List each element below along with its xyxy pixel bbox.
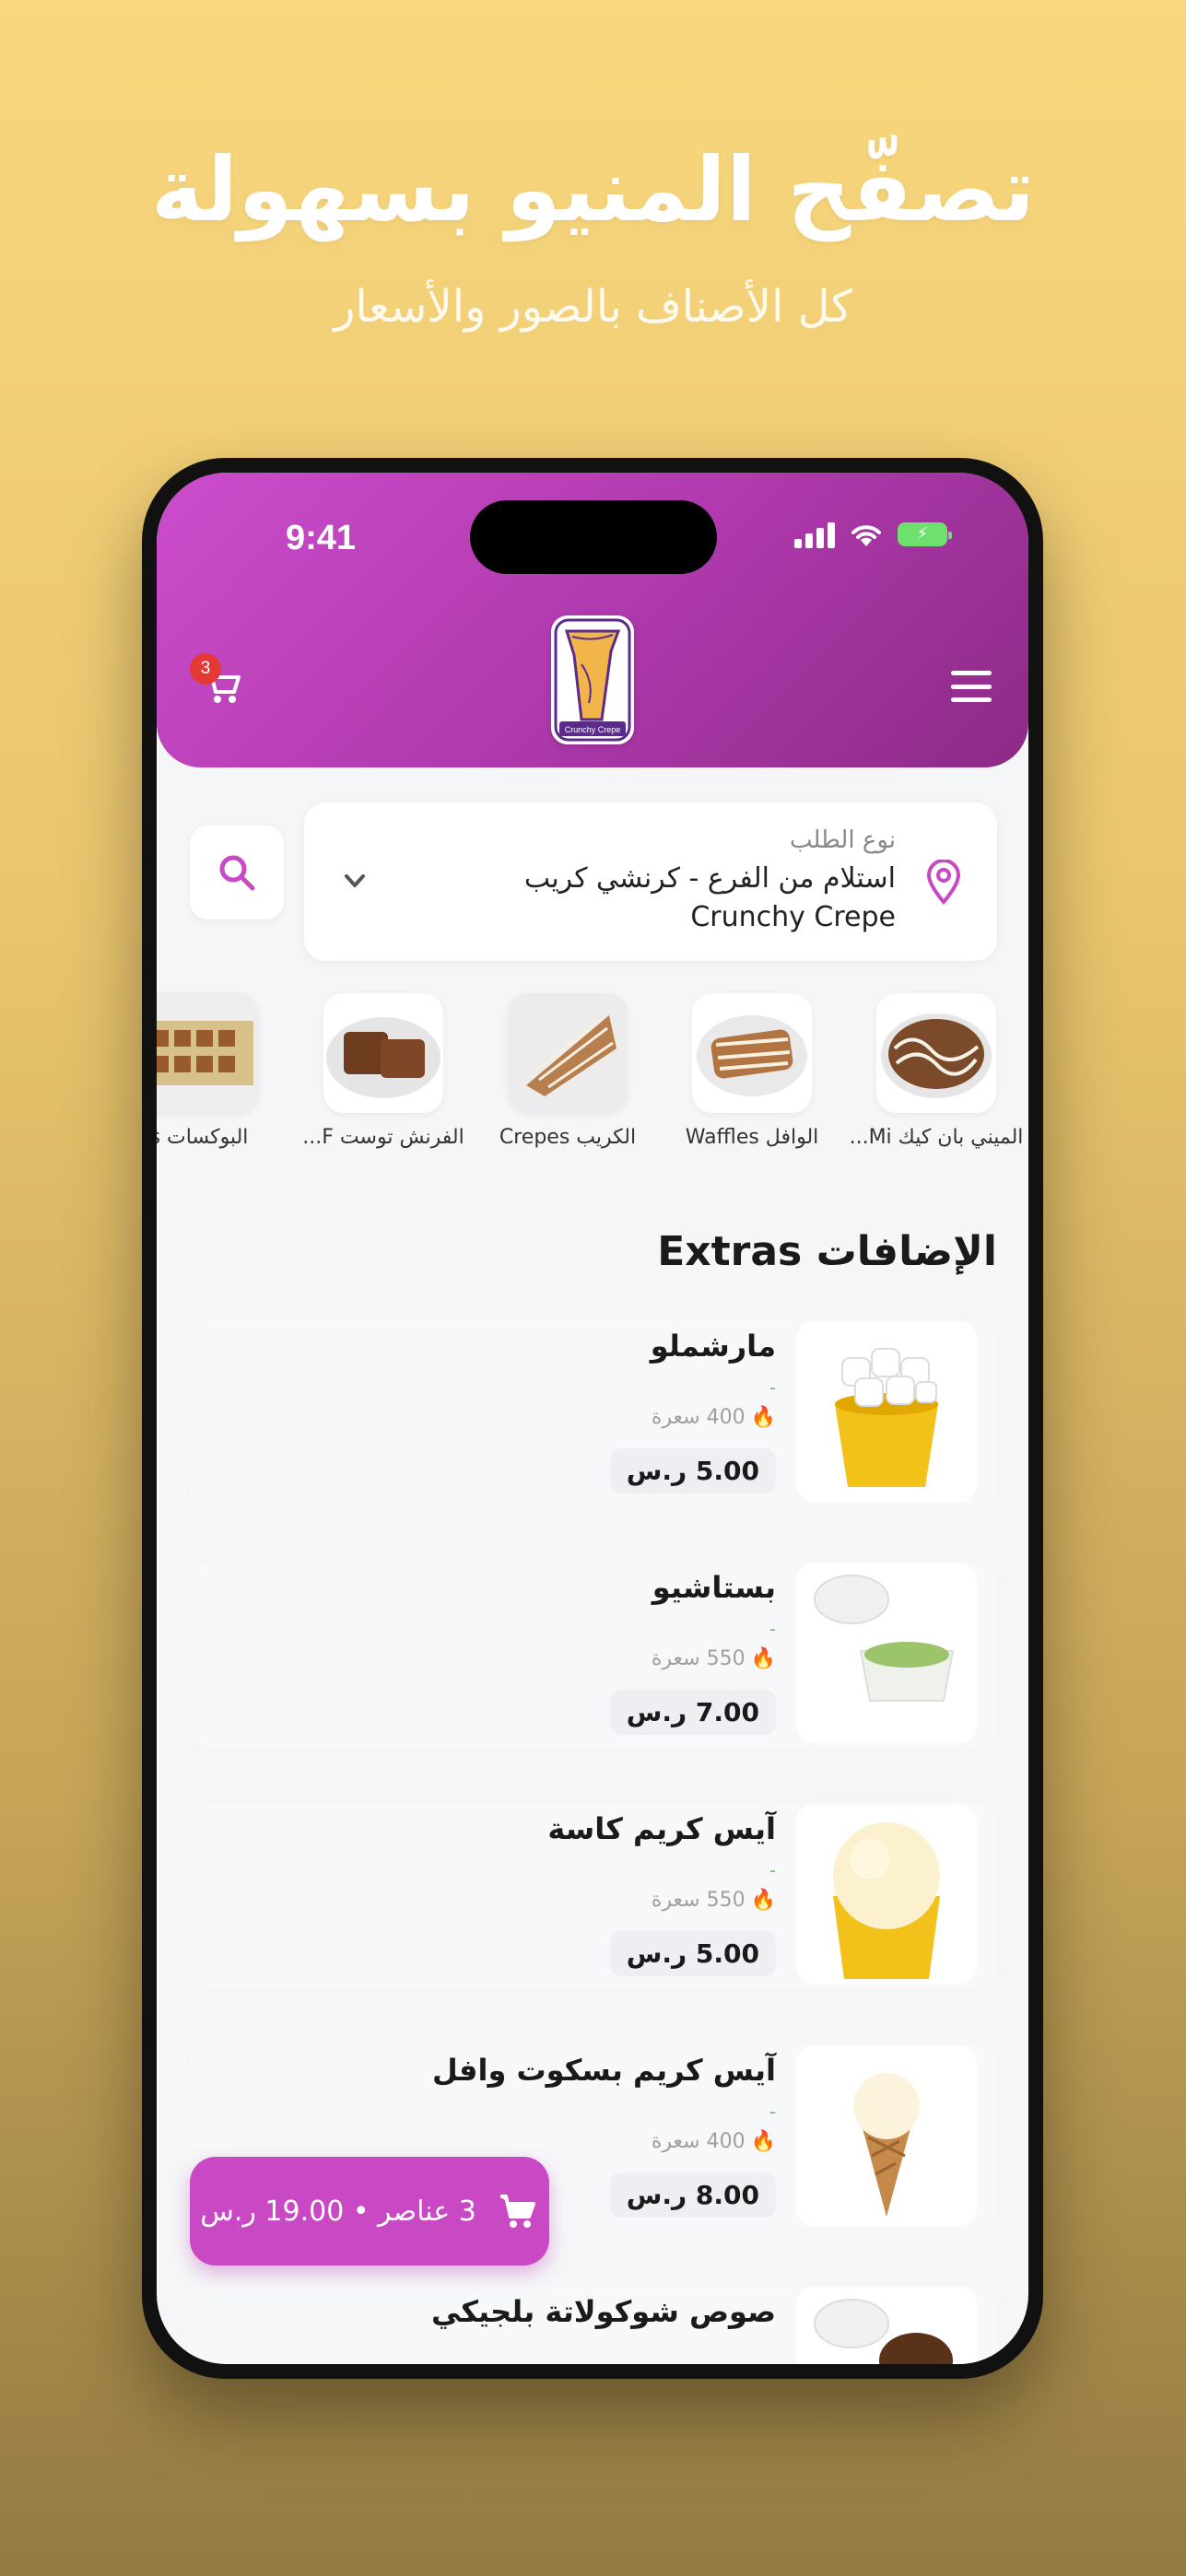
menu-item-card[interactable]: بستاشيو - 🔥 550 سعرة 7.00 ر.س (188, 1563, 997, 1747)
menu-item-card[interactable]: صوص شوكولاتة بلجيكي (188, 2287, 997, 2364)
signal-icon (794, 521, 835, 548)
item-price: 8.00 ر.س (609, 2172, 776, 2218)
item-name: مارشملو (650, 1329, 776, 1364)
item-description: - (769, 2101, 776, 2123)
status-icons: ⚡ (794, 521, 952, 548)
dynamic-island (470, 500, 717, 574)
order-type-value: استلام من الفرع - كرنشي كريب Crunchy Cre… (523, 862, 896, 933)
category-boxes[interactable]: البوكسات s (157, 993, 291, 1149)
phone-frame: 9:41 ⚡ 3 Crunchy Crepe نوع الطلب استلام … (142, 458, 1043, 2379)
flame-icon: 🔥 (750, 1406, 776, 1429)
menu-icon[interactable] (951, 671, 992, 702)
chevron-down-icon (345, 874, 365, 887)
brand-logo[interactable]: Crunchy Crepe (551, 615, 634, 744)
category-crepes[interactable]: الكريب Crepes (476, 993, 660, 1149)
item-name: صوص شوكولاتة بلجيكي (431, 2294, 776, 2329)
item-description: - (769, 1859, 776, 1881)
search-icon (219, 855, 255, 891)
item-calories: 🔥 400 سعرة (651, 1406, 776, 1429)
app-screen: 9:41 ⚡ 3 Crunchy Crepe نوع الطلب استلام … (157, 473, 1028, 2364)
menu-item-card[interactable]: آيس كريم كاسة - 🔥 550 سعرة 5.00 ر.س (188, 1804, 997, 1988)
item-image (796, 1563, 977, 1743)
item-description: - (769, 1618, 776, 1640)
item-image (796, 2045, 977, 2226)
category-image (876, 993, 996, 1113)
search-button[interactable] (190, 825, 284, 919)
category-french-toast[interactable]: الفرنش توست F... (291, 993, 476, 1149)
item-description: - (769, 1376, 776, 1399)
promo-title: تصفّح المنيو بسهولة (150, 138, 1036, 241)
category-waffles[interactable]: الوافل Waffles (660, 993, 844, 1149)
cart-icon (499, 2195, 535, 2228)
order-type-label: نوع الطلب (789, 826, 896, 854)
flame-icon: 🔥 (750, 2130, 776, 2153)
category-image (508, 993, 628, 1113)
item-calories: 🔥 400 سعرة (651, 2130, 776, 2153)
category-image (157, 993, 259, 1113)
app-header: 9:41 ⚡ 3 Crunchy Crepe (157, 473, 1028, 767)
view-cart-button[interactable]: 3 عناصر • 19.00 ر.س (190, 2157, 549, 2266)
item-calories: 🔥 550 سعرة (651, 1889, 776, 1912)
svg-text:Crunchy Crepe: Crunchy Crepe (565, 725, 621, 734)
promo-subtitle: كل الأصناف بالصور والأسعار (334, 281, 852, 333)
category-image (692, 993, 812, 1113)
item-price: 5.00 ر.س (609, 1448, 776, 1493)
item-image (796, 1804, 977, 1985)
item-price: 7.00 ر.س (609, 1690, 776, 1735)
item-price: 5.00 ر.س (609, 1931, 776, 1976)
section-title: الإضافات Extras (657, 1228, 997, 1275)
category-image (323, 993, 443, 1113)
category-mini-pancake[interactable]: الميني بان كيك Mi... (844, 993, 1028, 1149)
wifi-icon (851, 525, 881, 546)
item-name: آيس كريم بسكوت وافل (431, 2053, 776, 2088)
item-name: بستاشيو (652, 1570, 776, 1605)
battery-icon: ⚡ (898, 522, 952, 546)
flame-icon: 🔥 (750, 1647, 776, 1670)
item-image (796, 1321, 977, 1502)
cart-count-badge: 3 (190, 653, 221, 685)
menu-item-card[interactable]: مارشملو - 🔥 400 سعرة 5.00 ر.س (188, 1321, 997, 1505)
cart-summary: 3 عناصر • 19.00 ر.س (200, 2195, 476, 2228)
status-time: 9:41 (286, 519, 357, 557)
location-pin-icon (926, 860, 961, 906)
item-calories: 🔥 550 سعرة (651, 1647, 776, 1670)
item-name: آيس كريم كاسة (547, 1811, 776, 1846)
category-strip: الميني بان كيك Mi... الوافل Waffles الكر… (157, 993, 1028, 1177)
order-type-selector[interactable]: نوع الطلب استلام من الفرع - كرنشي كريب C… (304, 802, 997, 961)
item-image (796, 2287, 977, 2364)
flame-icon: 🔥 (750, 1889, 776, 1912)
